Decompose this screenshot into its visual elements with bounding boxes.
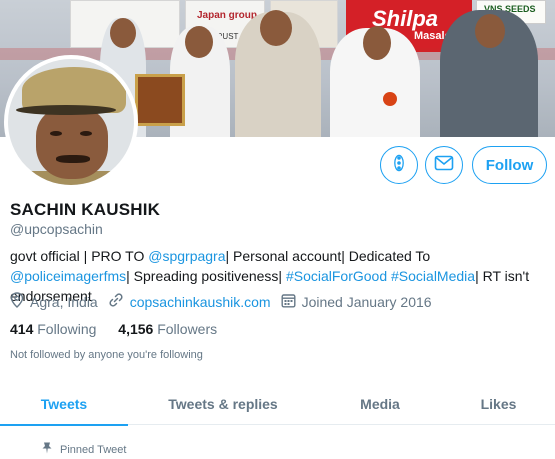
banner-badge — [383, 92, 397, 106]
joined-text: Joined January 2016 — [301, 293, 432, 310]
avatar-eye — [80, 131, 92, 136]
banner-trophy — [135, 74, 185, 126]
website-link[interactable]: copsachinkaushik.com — [130, 294, 271, 310]
tab-media[interactable]: Media — [318, 383, 442, 425]
location-pin-icon — [10, 292, 30, 311]
bio-text: | Personal account| Dedicated To — [225, 248, 431, 264]
banner-person-head — [110, 18, 136, 48]
bio-hashtag-link[interactable]: #SocialMedia — [391, 268, 475, 284]
bio-mention-link[interactable]: @spgrpagra — [148, 248, 225, 264]
profile-meta: Agra, India copsachinkaushik.com Joined … — [10, 292, 442, 311]
following-count: 414 — [10, 321, 34, 337]
avatar-face — [36, 107, 108, 179]
tab-tweets-replies[interactable]: Tweets & replies — [128, 383, 318, 425]
avatar-eye — [50, 131, 62, 136]
more-vertical-icon — [390, 154, 408, 177]
followers-count: 4,156 — [118, 321, 154, 337]
banner-person-head — [260, 10, 292, 46]
pin-icon — [42, 442, 60, 457]
bio-hashtag-link[interactable]: #SocialForGood — [286, 268, 387, 284]
banner-person-head — [475, 14, 505, 48]
profile-name: SACHIN KAUSHIK — [10, 200, 161, 219]
bio-text: govt official | PRO TO — [10, 248, 149, 264]
profile-location: Agra, India — [10, 292, 98, 311]
profile-avatar[interactable] — [4, 55, 138, 189]
following-label: Following — [37, 321, 97, 337]
profile-joined: Joined January 2016 — [281, 293, 432, 311]
following-count-link[interactable]: 414 Following — [10, 321, 96, 337]
calendar-icon — [281, 293, 302, 311]
message-button[interactable] — [425, 146, 463, 184]
bio-text: | Spreading positiveness| — [126, 268, 286, 284]
link-icon — [108, 292, 130, 311]
banner-person-head — [363, 26, 391, 60]
envelope-icon — [434, 155, 454, 176]
avatar-visor — [16, 105, 116, 115]
tab-tweets[interactable]: Tweets — [0, 383, 128, 426]
profile-handle: @upcopsachin — [10, 221, 103, 237]
followers-count-link[interactable]: 4,156 Followers — [118, 321, 217, 337]
banner-person-head — [185, 26, 213, 58]
banner-board-text: Japan group — [197, 10, 258, 21]
more-options-button[interactable] — [380, 146, 418, 184]
profile-tabs: Tweets Tweets & replies Media Likes — [0, 383, 555, 426]
pinned-tweet-header: Pinned Tweet — [42, 442, 126, 457]
tab-likes[interactable]: Likes — [442, 383, 555, 425]
location-text: Agra, India — [30, 293, 98, 310]
followers-label: Followers — [157, 321, 218, 337]
bio-mention-link[interactable]: @policeimagerfms — [10, 268, 126, 284]
avatar-moustache — [56, 155, 90, 163]
profile-stats: 414 Following 4,156 Followers — [10, 321, 235, 337]
profile-website[interactable]: copsachinkaushik.com — [108, 292, 271, 311]
not-followed-note: Not followed by anyone you're following — [10, 349, 203, 361]
pinned-label: Pinned Tweet — [60, 443, 127, 456]
follow-button[interactable]: Follow — [472, 146, 547, 184]
